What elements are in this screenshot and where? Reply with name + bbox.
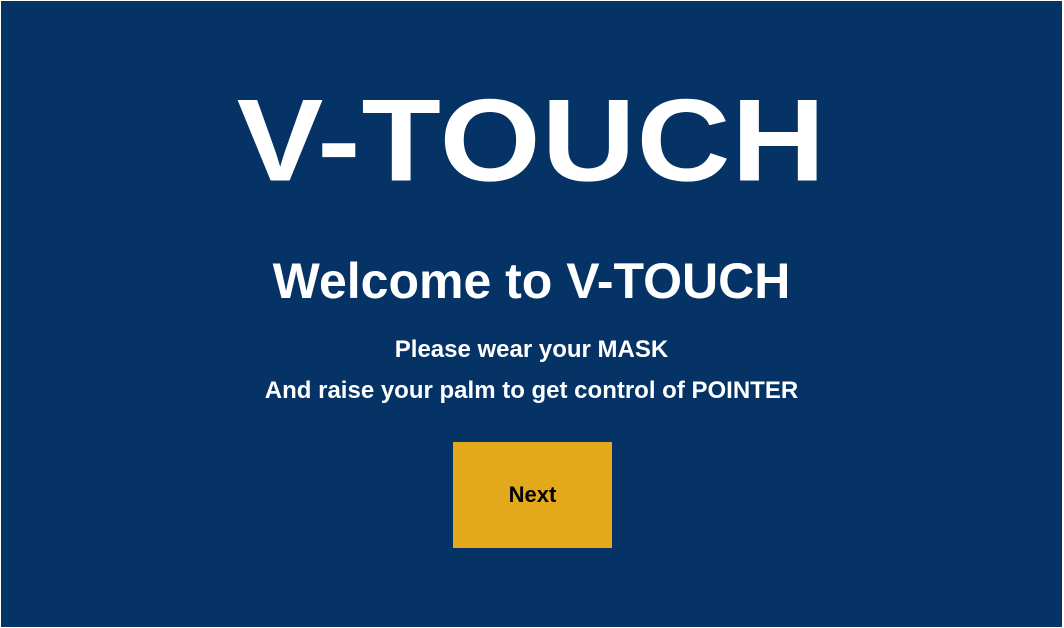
instruction-mask: Please wear your MASK [394, 336, 669, 363]
instruction-raise-palm: And raise your palm to get control of PO… [264, 377, 799, 404]
welcome-heading: Welcome to V-TOUCH [272, 253, 791, 309]
app-logo-title: V-TOUCH [236, 74, 827, 206]
next-button[interactable]: Next [453, 442, 612, 548]
welcome-screen: V-TOUCH Welcome to V-TOUCH Please wear y… [1, 1, 1062, 627]
